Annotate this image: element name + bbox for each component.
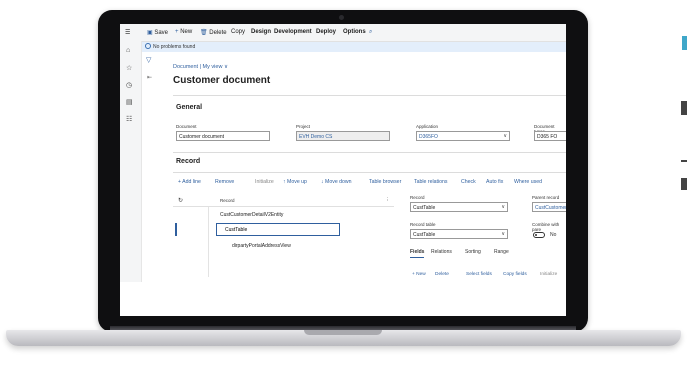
copy-button[interactable]: Copy [231,29,245,35]
add-line-button[interactable]: + Add line [178,179,201,185]
record-column-header[interactable]: Record [220,198,235,203]
table-relations-button[interactable]: Table relations [414,179,447,185]
initialize-field-button[interactable]: Initialize [540,272,557,277]
divider [208,207,209,277]
info-icon [145,43,151,49]
new-field-button[interactable]: + New [412,272,426,277]
accent-mark [682,36,687,50]
document-field[interactable]: Customer document [176,131,270,141]
chevron-down-icon[interactable]: ∨ [503,133,507,139]
record-table-field[interactable]: CustTable ∨ [410,229,508,239]
tab-fields[interactable]: Fields [410,249,424,255]
breadcrumb[interactable]: Document | My view ∨ [173,64,228,70]
chevron-down-icon[interactable]: ∨ [501,204,505,210]
camera [339,15,344,20]
workspaces-icon[interactable]: ▤ [126,98,133,106]
application-label: Application [416,124,439,129]
tab-range[interactable]: Range [494,249,509,255]
record-table-label: Record table [410,222,436,227]
recent-icon[interactable]: ◷ [126,81,132,89]
new-button[interactable]: + New [175,29,192,35]
document-types-field[interactable]: D365 FO [534,131,566,141]
application-field[interactable]: D365FO ∨ [416,131,510,141]
record-value: CustTable [413,205,436,211]
page-title: Customer document [173,75,271,86]
active-tab-indicator [410,257,424,258]
remove-button[interactable]: Remove [215,179,234,185]
save-button[interactable]: ▣ Save [147,29,168,36]
divider [173,172,566,173]
laptop-screen: ☰ ▣ Save + New 🗑 Delete Copy Design Deve… [120,24,566,316]
tab-relations[interactable]: Relations [431,249,452,255]
filter-rail: ▽ ⇤ [142,52,160,282]
table-row-label: CustTable [225,227,248,233]
table-browser-button[interactable]: Table browser [369,179,401,185]
text-fragment [681,160,687,162]
delete-button[interactable]: 🗑 Delete [200,29,227,36]
tab-sorting[interactable]: Sorting [465,249,481,255]
delete-label: Delete [209,30,227,36]
selection-marker [175,223,177,236]
text-fragment [681,101,687,115]
table-row[interactable]: dirpartyPortalAddressView [232,243,291,249]
toggle-knob [535,234,537,236]
selected-row[interactable]: CustTable [216,223,340,236]
favorites-icon[interactable]: ☆ [126,64,132,72]
chevron-down-icon[interactable]: ∨ [501,231,505,237]
divider [173,152,566,153]
collapse-icon[interactable]: ⇤ [147,74,152,81]
where-used-button[interactable]: Where used [514,179,542,185]
combine-label: Combine with pare [532,222,560,232]
select-fields-button[interactable]: Select fields [466,272,492,277]
initialize-button[interactable]: Initialize [255,179,274,185]
project-label: Project [296,124,311,129]
save-icon: ▣ [147,30,153,36]
delete-field-button[interactable]: Delete [435,272,449,277]
navigation-rail: ⌂ ☆ ◷ ▤ ☷ [120,41,142,282]
document-label: Document [176,124,197,129]
record-heading[interactable]: Record [176,158,200,165]
search-icon[interactable]: ⌕ [369,29,372,36]
hamburger-icon[interactable]: ☰ [125,29,130,36]
divider [173,95,566,96]
message-text: No problems found [153,44,196,50]
development-menu[interactable]: Development [274,29,312,35]
home-icon[interactable]: ⌂ [126,47,130,54]
more-icon[interactable]: ⋮ [386,197,391,203]
copy-fields-button[interactable]: Copy fields [503,272,527,277]
combine-toggle[interactable] [533,232,545,238]
deploy-menu[interactable]: Deploy [316,29,336,35]
move-down-button[interactable]: ↓ Move down [321,179,352,185]
new-label: New [180,29,193,35]
check-button[interactable]: Check [461,179,476,185]
app-window: ☰ ▣ Save + New 🗑 Delete Copy Design Deve… [120,24,566,282]
move-up-button[interactable]: ↑ Move up [283,179,307,185]
record-label: Record [410,195,425,200]
design-menu[interactable]: Design [251,29,271,35]
general-heading[interactable]: General [176,104,202,111]
text-fragment [681,178,687,190]
project-field[interactable]: EVH Demo CS [296,131,390,141]
table-row[interactable]: CustCustomerDetailV2Entity [220,212,283,218]
trash-icon: 🗑 [200,30,208,36]
laptop-base [6,330,681,346]
laptop-notch [304,330,382,335]
filter-icon[interactable]: ▽ [146,56,151,64]
message-bar: No problems found [142,42,566,52]
auto-fix-button[interactable]: Auto fix [486,179,503,185]
combine-value: No [550,232,557,238]
grid-header: ↻ Record ⋮ [173,195,394,207]
record-table-value: CustTable [413,232,436,238]
plus-icon: + [175,29,179,35]
refresh-icon[interactable]: ↻ [178,197,183,204]
screen-blank-area [120,282,566,316]
options-menu[interactable]: Options [343,29,366,35]
application-value: D365FO [419,134,438,140]
record-field[interactable]: CustTable ∨ [410,202,508,212]
parent-record-field[interactable]: CustCustomerDe [532,202,566,212]
action-pane: ☰ ▣ Save + New 🗑 Delete Copy Design Deve… [120,24,566,42]
save-label: Save [154,30,169,36]
modules-icon[interactable]: ☷ [126,115,132,123]
parent-record-label: Parent record [532,195,560,200]
